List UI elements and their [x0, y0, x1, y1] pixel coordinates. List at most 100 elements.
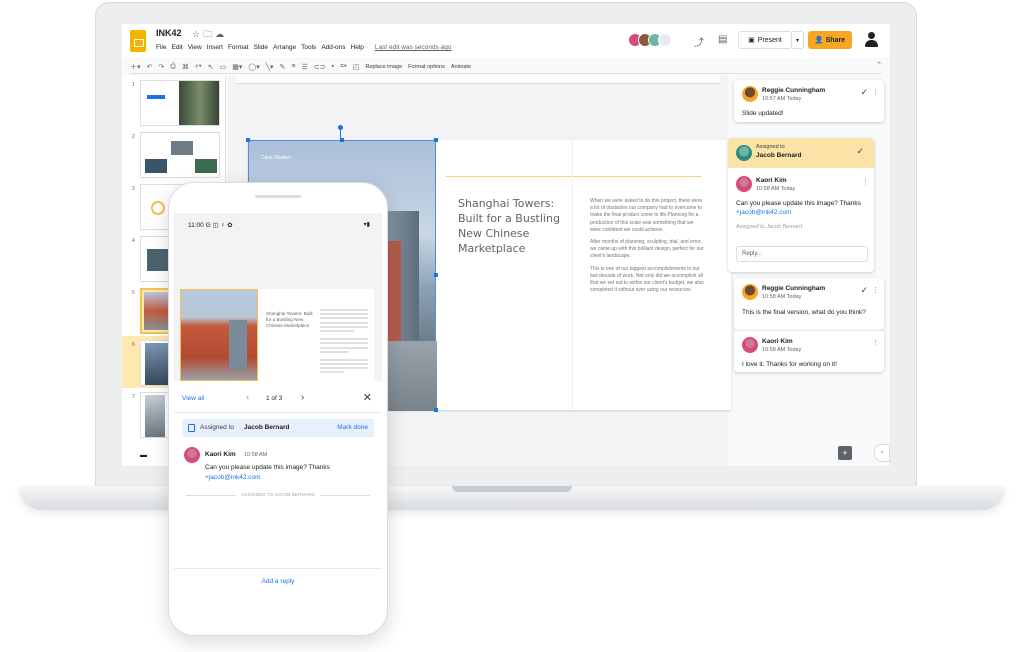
activity-trend-icon[interactable]: ⤴: [694, 34, 704, 49]
menu-help[interactable]: Help: [351, 44, 364, 51]
resize-handle[interactable]: [434, 273, 438, 277]
resolve-check-icon[interactable]: ✓: [860, 285, 868, 296]
horizontal-ruler: [236, 76, 720, 84]
slide-number: 1: [132, 82, 135, 88]
new-slide-icon[interactable]: ＋▾: [130, 62, 141, 72]
account-avatar-icon[interactable]: [864, 32, 878, 48]
add-comment-icon[interactable]: +: [838, 446, 852, 460]
menu-edit[interactable]: Edit: [171, 44, 182, 51]
shape-icon[interactable]: ◯▾: [248, 63, 259, 71]
pen-icon[interactable]: ✎: [279, 63, 285, 71]
comment-author: Kaori Kim: [762, 338, 793, 345]
more-options-icon[interactable]: ⋮: [872, 339, 879, 347]
comment-history-icon[interactable]: ▤: [718, 34, 727, 45]
resize-handle[interactable]: [340, 138, 344, 142]
laptop-notch: [452, 486, 572, 492]
close-icon[interactable]: ✕: [363, 391, 372, 404]
animate-button[interactable]: Animate: [451, 64, 471, 70]
slides-logo-icon[interactable]: [130, 30, 146, 52]
phone-slide-preview[interactable]: Shanghai Towers: Built for a Bustling Ne…: [180, 289, 374, 381]
grid-view-icon[interactable]: ▬: [140, 452, 147, 459]
phone-slide-title: Shanghai Towers: Built for a Bustling Ne…: [266, 311, 313, 329]
mark-done-check-icon[interactable]: ✓: [856, 146, 864, 157]
more-options-icon[interactable]: ⋮: [872, 88, 879, 96]
mask-icon[interactable]: ◰: [353, 63, 360, 71]
collaborator-avatars[interactable]: [628, 33, 672, 47]
star-icon[interactable]: ☆: [192, 29, 203, 39]
comment-author: Kaori Kim: [205, 451, 236, 458]
comment-reply-card[interactable]: Kaori Kim 10:58 AM Today ⋮ I love it. Th…: [734, 330, 884, 372]
textbox-icon[interactable]: ▭: [220, 63, 227, 71]
more-options-icon[interactable]: ⋮: [872, 286, 879, 294]
slide-number: 2: [132, 134, 135, 140]
line-icon[interactable]: ╲▾: [266, 63, 274, 71]
comment-card[interactable]: Reggie Cunningham 10:58 AM Today ✓ ⋮ Thi…: [734, 278, 884, 330]
menu-insert[interactable]: Insert: [207, 44, 223, 51]
link-icon[interactable]: ⊂⊃: [314, 63, 326, 71]
menu-file[interactable]: File: [156, 44, 166, 51]
resolve-check-icon[interactable]: ✓: [860, 87, 868, 98]
slide-number: 3: [132, 186, 135, 192]
menu-view[interactable]: View: [188, 44, 202, 51]
comment-count: 1 of 3: [266, 395, 283, 402]
folder-icon[interactable]: 🗀: [203, 29, 215, 39]
paint-format-icon[interactable]: ⌘: [182, 63, 189, 71]
undo-icon[interactable]: ↶: [147, 63, 153, 71]
present-label: Present: [757, 36, 782, 44]
document-title[interactable]: INK42: [156, 28, 182, 38]
resize-handle[interactable]: [246, 138, 250, 142]
redo-icon[interactable]: ↷: [158, 63, 164, 71]
select-icon[interactable]: ↖: [208, 63, 214, 71]
comment-card[interactable]: Reggie Cunningham 10:57 AM Today ✓ ⋮ Sli…: [734, 80, 884, 122]
replace-image-menu[interactable]: Replace image: [365, 64, 402, 70]
people-icon: 👤: [814, 37, 824, 44]
collapse-menus-icon[interactable]: ⌃: [876, 61, 882, 69]
slide-title[interactable]: Shanghai Towers: Built for a Bustling Ne…: [458, 196, 570, 256]
next-icon[interactable]: ›: [301, 392, 304, 403]
mention-link[interactable]: +jacob@ink42.com: [736, 209, 792, 216]
zoom-icon[interactable]: ⌕▾: [195, 63, 202, 71]
border-weight-icon[interactable]: ≡: [291, 63, 295, 70]
comment-author: Reggie Cunningham: [762, 285, 826, 292]
slide-thumbnail[interactable]: [140, 132, 220, 178]
status-notification-icons: G ◫ ♀ ✿: [205, 222, 233, 229]
menu-tools[interactable]: Tools: [301, 44, 316, 51]
print-icon[interactable]: ⎙: [170, 63, 176, 71]
menu-addons[interactable]: Add-ons: [321, 44, 345, 51]
slide-number: 4: [132, 238, 135, 244]
mention-link[interactable]: +jacob@ink42.com: [205, 474, 261, 481]
assigned-comment-thread[interactable]: Assigned to Jacob Bernard ✓ Kaori Kim 10…: [728, 138, 874, 272]
comment-text: I love it. Thanks for working on it!: [742, 361, 837, 368]
comment-text-body: Can you please update this image? Thanks: [736, 200, 861, 207]
image-icon[interactable]: ▦▾: [232, 63, 242, 71]
crop-icon[interactable]: ⌗▾: [340, 63, 347, 71]
present-icon: ▣: [748, 37, 755, 44]
avatar[interactable]: [658, 33, 672, 47]
resize-handle[interactable]: [434, 138, 438, 142]
share-button[interactable]: 👤 Share: [808, 31, 852, 49]
add-reply-button[interactable]: Add a reply: [174, 568, 382, 593]
avatar: [736, 145, 752, 161]
border-dash-icon[interactable]: ☰: [301, 63, 307, 71]
reply-input[interactable]: Reply...: [736, 246, 868, 262]
slide-body-text[interactable]: When we were asked to do this project, t…: [590, 198, 704, 299]
slide-paragraph: After months of planning, sculpting, tri…: [590, 239, 704, 260]
resize-handle[interactable]: [434, 408, 438, 412]
side-panel-toggle-icon[interactable]: ‹: [874, 444, 890, 462]
menu-arrange[interactable]: Arrange: [273, 44, 296, 51]
phone-slide-image[interactable]: [180, 289, 258, 381]
present-dropdown[interactable]: ▾: [792, 31, 804, 49]
last-edit-link[interactable]: Last edit was seconds ago: [375, 44, 452, 51]
more-options-icon[interactable]: ⋮: [862, 178, 869, 186]
format-options-button[interactable]: Format options: [408, 64, 445, 70]
comment-time: 10:58 AM Today: [756, 186, 796, 192]
mark-done-button[interactable]: Mark done: [337, 424, 368, 431]
previous-icon[interactable]: ‹: [246, 392, 249, 403]
menu-format[interactable]: Format: [228, 44, 249, 51]
menu-slide[interactable]: Slide: [254, 44, 268, 51]
present-button[interactable]: ▣ Present: [738, 31, 792, 49]
view-all-link[interactable]: View all: [182, 395, 204, 402]
add-comment-toolbar-icon[interactable]: ▪: [331, 63, 333, 70]
slide-thumbnail[interactable]: [140, 80, 220, 126]
slide-paragraph: When we were asked to do this project, t…: [590, 198, 703, 233]
